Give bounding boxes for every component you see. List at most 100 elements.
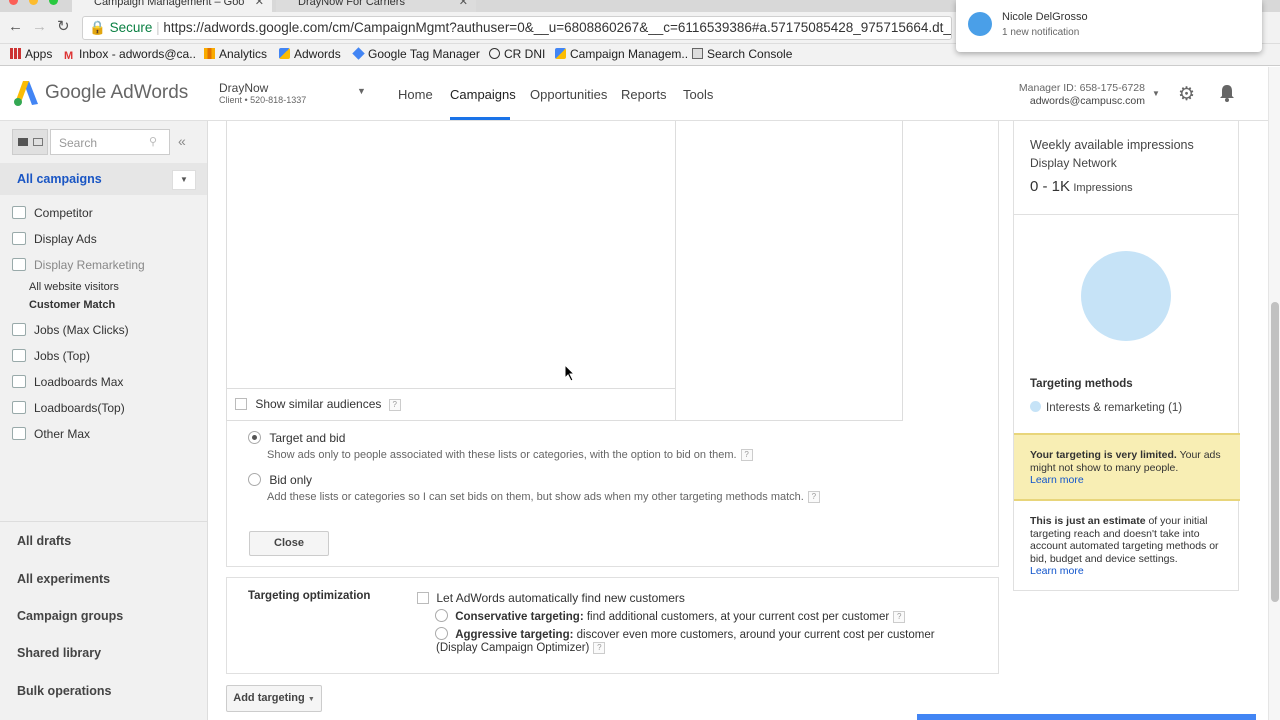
adgroup-customer-match[interactable]: Customer Match [29,299,115,311]
sidebar-item-display-ads[interactable]: Display Ads [12,232,97,246]
bookmark-analytics[interactable]: Analytics [204,47,267,61]
help-icon[interactable]: ? [740,449,753,461]
help-icon[interactable]: ? [388,399,401,411]
search-network-icon [12,375,26,388]
link-campaign-groups[interactable]: Campaign groups [17,609,123,623]
campaign-sidebar: Search ⚲ « All campaigns ▼ Competitor Di… [0,121,208,720]
all-campaigns-row[interactable]: All campaigns ▼ [0,163,207,195]
display-network-icon [12,258,26,271]
close-tab-icon[interactable]: ✕ [459,0,468,8]
aggressive-radio[interactable] [435,627,448,640]
sidebar-item-loadboards-max[interactable]: Loadboards Max [12,375,123,389]
bookmark-tag-manager[interactable]: Google Tag Manager [352,47,480,61]
learn-more-link[interactable]: Learn more [1030,565,1084,577]
bid-only-option[interactable]: Bid only [248,473,312,487]
conservative-radio[interactable] [435,609,448,622]
adwords-icon [555,48,566,59]
minimize-window-icon[interactable] [29,0,38,5]
auto-find-customers[interactable]: Let AdWords automatically find new custo… [417,591,685,605]
targeting-optimization-label: Targeting optimization [248,590,371,602]
clock-icon [489,48,500,59]
notification-title: Nicole DelGrosso [1002,11,1088,23]
search-icon [12,349,26,362]
audience-list-panel[interactable] [226,121,676,421]
link-all-experiments[interactable]: All experiments [17,572,110,586]
close-window-icon[interactable] [9,0,18,5]
nav-campaigns[interactable]: Campaigns [450,87,516,102]
auto-find-checkbox[interactable] [417,592,429,604]
nav-reports[interactable]: Reports [621,87,667,102]
network-label: Display Network [1030,156,1117,170]
bookmark-adwords[interactable]: Adwords [279,47,341,61]
adgroup-all-website-visitors[interactable]: All website visitors [29,281,119,293]
help-icon[interactable]: ? [893,611,906,623]
reload-icon[interactable]: ↻ [57,17,70,35]
account-email[interactable]: adwords@campusc.com [1030,95,1145,107]
account-name[interactable]: DrayNow [219,81,268,95]
link-all-drafts[interactable]: All drafts [17,534,71,548]
target-and-bid-description: Show ads only to people associated with … [267,449,753,461]
back-arrow-icon[interactable]: ← [8,18,23,35]
reach-estimate-panel: Weekly available impressions Display Net… [1013,121,1240,591]
forward-arrow-icon[interactable]: → [32,18,47,35]
chevron-down-icon[interactable]: ▼ [172,170,196,190]
maximize-window-icon[interactable] [49,0,58,5]
sidebar-item-jobs-top[interactable]: Jobs (Top) [12,349,90,363]
nav-tools[interactable]: Tools [683,87,713,102]
chevron-down-icon[interactable]: ▼ [1152,89,1160,98]
address-bar[interactable]: 🔒 Secure | https://adwords.google.com/cm… [82,16,952,40]
gmail-icon: M [64,50,74,62]
conservative-targeting-option[interactable]: Conservative targeting: find additional … [435,609,906,623]
search-icon[interactable]: ⚲ [149,135,157,148]
page-scrollbar[interactable] [1268,67,1280,720]
sidebar-item-competitor[interactable]: Competitor [12,206,93,220]
help-icon[interactable]: ? [593,642,606,654]
gear-icon[interactable]: ⚙ [1178,83,1195,106]
view-toggle[interactable] [12,129,48,155]
impressions-range: 0 - 1K Impressions [1030,178,1133,195]
link-shared-library[interactable]: Shared library [17,646,101,660]
bookmark-apps[interactable]: Apps [10,47,52,61]
learn-more-link[interactable]: Learn more [1030,474,1084,486]
desktop-notification[interactable]: Nicole DelGrosso 1 new notification [956,0,1262,52]
collapse-sidebar-icon[interactable]: « [178,133,186,149]
bookmark-cr-dni[interactable]: CR DNI [489,47,545,61]
folder-icon[interactable] [18,138,28,146]
bid-only-radio[interactable] [248,473,261,486]
adwords-logo-icon[interactable] [14,80,38,106]
link-bulk-operations[interactable]: Bulk operations [17,684,111,698]
chevron-down-icon[interactable]: ▼ [357,86,366,96]
search-input[interactable]: Search ⚲ [50,129,170,155]
legend-dot-icon [1030,401,1041,412]
sidebar-item-loadboards-top[interactable]: Loadboards(Top) [12,401,125,415]
aggressive-targeting-subtext: (Display Campaign Optimizer)? [436,642,606,654]
close-button[interactable]: Close [249,531,329,556]
show-similar-checkbox[interactable] [235,398,247,410]
copy-icon[interactable] [33,138,43,146]
show-similar-audiences[interactable]: Show similar audiences ? [235,397,401,411]
target-and-bid-option[interactable]: Target and bid [248,431,345,445]
lock-icon: 🔒 [89,20,106,35]
bookmark-search-console[interactable]: Search Console [692,47,792,61]
sidebar-item-display-remarketing[interactable]: Display Remarketing [12,258,145,272]
aggressive-targeting-option[interactable]: Aggressive targeting: discover even more… [435,627,935,641]
search-icon [12,401,26,414]
browser-tab[interactable]: DrayNow For Carriers ✕ [276,0,476,12]
bell-icon[interactable] [1219,84,1235,102]
target-and-bid-radio[interactable] [248,431,261,444]
display-network-icon [12,232,26,245]
bookmark-campaign-management[interactable]: Campaign Managem.. [555,47,688,61]
selected-audiences-panel[interactable] [676,121,903,421]
sidebar-item-other-max[interactable]: Other Max [12,427,90,441]
weekly-impressions-title: Weekly available impressions [1030,138,1194,152]
save-bar[interactable] [917,714,1256,720]
bookmark-inbox[interactable]: M Inbox - adwords@ca.. [64,47,196,62]
help-icon[interactable]: ? [807,491,820,503]
nav-opportunities[interactable]: Opportunities [530,87,607,102]
browser-tab-active[interactable]: Campaign Management – Goo ✕ [72,0,272,12]
nav-home[interactable]: Home [398,87,433,102]
sidebar-item-jobs-max[interactable]: Jobs (Max Clicks) [12,323,129,337]
scrollbar-thumb[interactable] [1271,302,1279,602]
add-targeting-button[interactable]: Add targeting ▼ [226,685,322,712]
close-tab-icon[interactable]: ✕ [255,0,264,8]
